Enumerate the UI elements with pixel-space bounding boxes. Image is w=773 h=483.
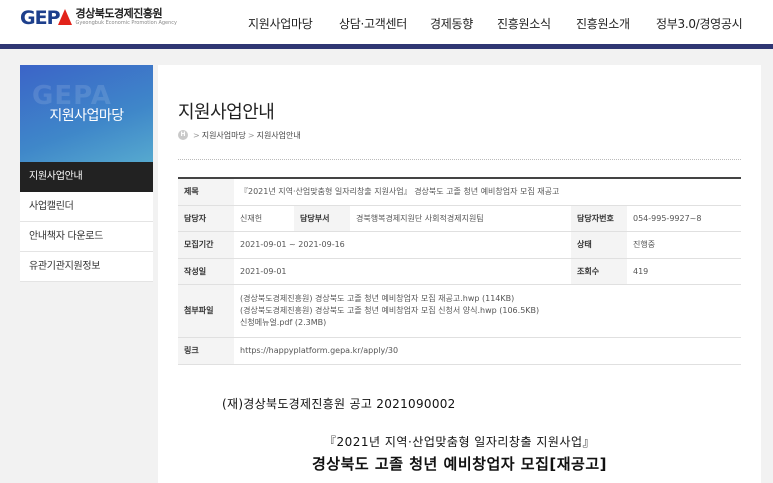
table-row: 첨부파일 (경상북도경제진흥원) 경상북도 고졸 청년 예비창업자 모집 재공고… bbox=[178, 284, 741, 338]
attachments-label: 첨부파일 bbox=[178, 284, 234, 338]
main-content: 지원사업안내 H > 지원사업마당 > 지원사업안내 제목 『2021년 지역·… bbox=[158, 65, 761, 483]
attachment-link[interactable]: 신청메뉴얼.pdf (2.3MB) bbox=[240, 317, 735, 329]
subject-value: 『2021년 지역·산업맞춤형 일자리창출 지원사업』 경상북도 고졸 청년 예… bbox=[234, 177, 741, 206]
attachments-list: (경상북도경제진흥원) 경상북도 고졸 청년 예비창업자 모집 재공고.hwp … bbox=[234, 284, 741, 338]
header-bar bbox=[0, 44, 773, 49]
table-row: 작성일 2021-09-01 조회수 419 bbox=[178, 258, 741, 285]
phone-label: 담당자번호 bbox=[571, 205, 627, 232]
link-value[interactable]: https://happyplatform.gepa.kr/apply/30 bbox=[234, 337, 741, 365]
site-header: GEP 경상북도경제진흥원 Gyeongbuk Economic Promoti… bbox=[0, 0, 773, 44]
sidebar-menu: 지원사업안내 사업캘린더 안내책자 다운로드 유관기관지원정보 bbox=[20, 162, 153, 282]
manager-label: 담당자 bbox=[178, 205, 234, 232]
table-row: 담당자 신재헌 담당부서 경북행복경제지원단 사회적경제지원팀 담당자번호 05… bbox=[178, 205, 741, 232]
views-label: 조회수 bbox=[571, 258, 627, 285]
nav-agency-news[interactable]: 진흥원소식 bbox=[497, 16, 551, 32]
nav-support-programs[interactable]: 지원사업마당 bbox=[248, 16, 313, 32]
phone-value: 054-995-9927~8 bbox=[627, 205, 741, 232]
breadcrumb: H > 지원사업마당 > 지원사업안내 bbox=[178, 129, 301, 141]
link-label: 링크 bbox=[178, 337, 234, 365]
views-value: 419 bbox=[627, 258, 741, 285]
main-nav: 지원사업마당 상담·고객센터 경제동향 진흥원소식 진흥원소개 정부3.0/경영… bbox=[0, 16, 773, 32]
dept-label: 담당부서 bbox=[294, 205, 350, 232]
created-label: 작성일 bbox=[178, 258, 234, 285]
breadcrumb-current: 지원사업안내 bbox=[256, 130, 301, 140]
sidebar-item-brochure-download[interactable]: 안내책자 다운로드 bbox=[20, 222, 153, 252]
sidebar-title-banner: GEPA 지원사업마당 bbox=[20, 65, 153, 162]
nav-economic-trends[interactable]: 경제동향 bbox=[430, 16, 473, 32]
divider bbox=[178, 159, 741, 160]
status-value: 진행중 bbox=[627, 231, 741, 259]
table-row: 링크 https://happyplatform.gepa.kr/apply/3… bbox=[178, 337, 741, 365]
notice-number: (재)경상북도경제진흥원 공고 2021090002 bbox=[222, 397, 456, 411]
notice-headline: 경상북도 고졸 청년 예비창업자 모집[재공고] bbox=[311, 455, 607, 473]
attachment-link[interactable]: (경상북도경제진흥원) 경상북도 고졸 청년 예비창업자 모집 재공고.hwp … bbox=[240, 293, 735, 305]
table-row: 제목 『2021년 지역·산업맞춤형 일자리창출 지원사업』 경상북도 고졸 청… bbox=[178, 177, 741, 206]
table-row: 모집기간 2021-09-01 ~ 2021-09-16 상태 진행중 bbox=[178, 231, 741, 259]
home-icon[interactable]: H bbox=[178, 130, 188, 140]
nav-agency-intro[interactable]: 진흥원소개 bbox=[576, 16, 630, 32]
subject-label: 제목 bbox=[178, 177, 234, 206]
created-value: 2021-09-01 bbox=[234, 258, 571, 285]
status-label: 상태 bbox=[571, 231, 627, 259]
period-value: 2021-09-01 ~ 2021-09-16 bbox=[234, 231, 571, 259]
period-label: 모집기간 bbox=[178, 231, 234, 259]
manager-value: 신재헌 bbox=[234, 205, 294, 232]
attachment-link[interactable]: (경상북도경제진흥원) 경상북도 고졸 청년 예비창업자 모집 신청서 양식.h… bbox=[240, 305, 735, 317]
page-title: 지원사업안내 bbox=[178, 102, 275, 123]
sidebar-item-support-info[interactable]: 지원사업안내 bbox=[20, 162, 153, 192]
dept-value: 경북행복경제지원단 사회적경제지원팀 bbox=[350, 205, 571, 232]
sidebar-item-calendar[interactable]: 사업캘린더 bbox=[20, 192, 153, 222]
sidebar-title: 지원사업마당 bbox=[49, 108, 124, 124]
sidebar-item-related-agencies[interactable]: 유관기관지원정보 bbox=[20, 252, 153, 282]
nav-customer-center[interactable]: 상담·고객센터 bbox=[339, 16, 407, 32]
breadcrumb-item[interactable]: 지원사업마당 bbox=[202, 130, 246, 141]
nav-gov30-disclosure[interactable]: 정부3.0/경영공시 bbox=[656, 16, 743, 32]
post-detail-table: 제목 『2021년 지역·산업맞춤형 일자리창출 지원사업』 경상북도 고졸 청… bbox=[178, 177, 741, 365]
notice-program-title: 『2021년 지역·산업맞춤형 일자리창출 지원사업』 bbox=[324, 435, 595, 449]
